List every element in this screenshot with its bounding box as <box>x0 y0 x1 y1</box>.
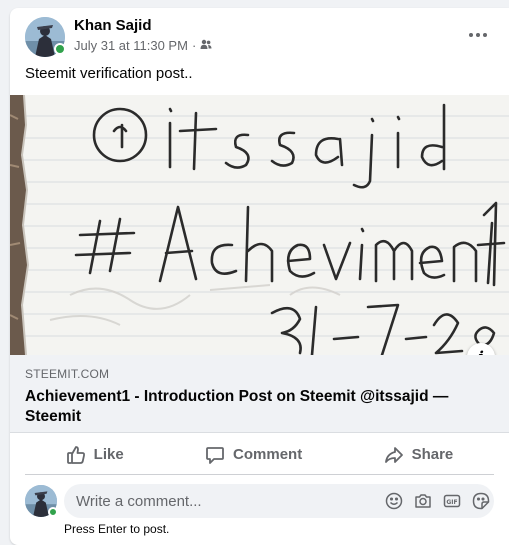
link-preview-image[interactable] <box>10 95 509 355</box>
friends-icon[interactable] <box>200 38 212 53</box>
share-button[interactable]: Share <box>372 439 466 471</box>
sticker-icon[interactable] <box>472 492 490 510</box>
more-dot-icon <box>483 33 487 37</box>
comment-bubble-icon <box>205 445 225 465</box>
post-card: Khan Sajid July 31 at 11:30 PM · Steemit… <box>10 8 509 545</box>
more-options-button[interactable] <box>465 22 491 48</box>
post-text: Steemit verification post.. <box>25 65 193 82</box>
comment-input[interactable] <box>76 492 376 510</box>
emoji-icon[interactable] <box>385 492 403 510</box>
commenter-online-indicator <box>48 507 58 517</box>
svg-text:GIF: GIF <box>446 499 457 506</box>
comment-button[interactable]: Comment <box>193 439 314 471</box>
comment-box[interactable]: GIF <box>64 484 494 518</box>
like-button[interactable]: Like <box>54 439 136 471</box>
online-status-indicator <box>54 43 66 55</box>
link-preview-box[interactable]: STEEMIT.COM Achievement1 - Introduction … <box>10 355 509 433</box>
more-dot-icon <box>476 33 480 37</box>
link-domain: STEEMIT.COM <box>25 367 110 381</box>
gif-icon[interactable]: GIF <box>443 492 461 510</box>
thumbs-up-icon <box>66 445 86 465</box>
camera-icon[interactable] <box>414 492 432 510</box>
like-label: Like <box>93 446 124 463</box>
more-dot-icon <box>469 33 473 37</box>
comment-label: Comment <box>233 446 303 463</box>
comment-tools: GIF <box>385 492 490 510</box>
comment-hint: Press Enter to post. <box>64 522 170 536</box>
post-meta: July 31 at 11:30 PM · <box>74 38 212 53</box>
meta-separator: · <box>191 38 197 53</box>
post-actions-bar: Like Comment Share <box>25 435 494 475</box>
author-name[interactable]: Khan Sajid <box>74 17 152 34</box>
post-timestamp[interactable]: July 31 at 11:30 PM <box>74 38 188 53</box>
share-arrow-icon <box>384 445 404 465</box>
link-title[interactable]: Achievement1 - Introduction Post on Stee… <box>25 387 485 427</box>
share-label: Share <box>411 446 454 463</box>
